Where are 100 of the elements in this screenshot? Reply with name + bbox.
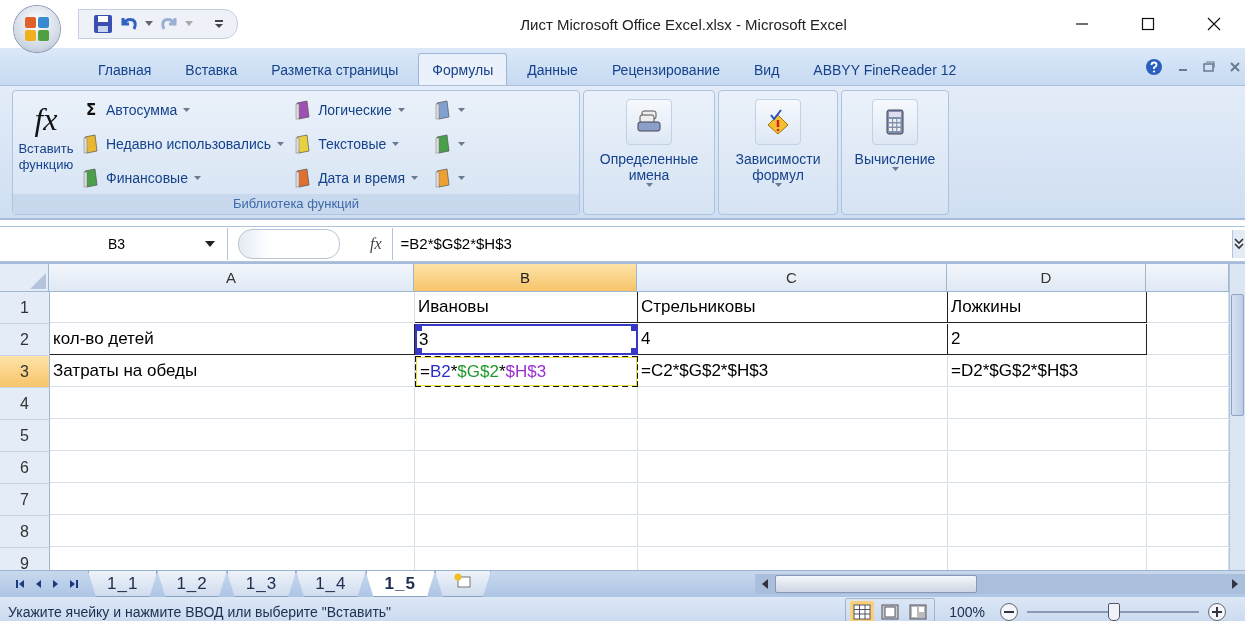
- ribbon-tab[interactable]: Вставка: [171, 53, 252, 85]
- last-sheet-icon[interactable]: [68, 578, 80, 590]
- sheet-tab[interactable]: 1_5: [365, 571, 435, 597]
- sheet-tab[interactable]: 1_1: [88, 571, 158, 597]
- table-cell: Ивановы: [415, 292, 638, 323]
- book-icon: [433, 168, 452, 188]
- column-header[interactable]: A: [49, 264, 414, 292]
- zoom-out-button[interactable]: [999, 602, 1019, 621]
- caret-icon: [397, 108, 405, 112]
- referenced-cell: 3: [415, 324, 638, 355]
- name-box[interactable]: B3: [0, 228, 228, 260]
- warning-check-icon: [765, 109, 791, 135]
- caret-icon: [277, 142, 285, 146]
- ribbon-tab[interactable]: Разметка страницы: [257, 53, 413, 85]
- zoom-in-button[interactable]: [1207, 602, 1227, 621]
- normal-view-button[interactable]: [850, 601, 875, 621]
- table-cell: кол-во детей: [50, 324, 415, 355]
- splitter-handle[interactable]: [238, 229, 340, 259]
- column-header[interactable]: [1146, 264, 1229, 292]
- caret-icon: [891, 167, 899, 171]
- ribbon-tab[interactable]: Главная: [84, 53, 166, 85]
- ribbon-button[interactable]: Определенные имена: [587, 99, 711, 187]
- book-icon: [82, 134, 100, 154]
- ribbon-tab[interactable]: ABBYY FineReader 12: [799, 53, 971, 85]
- expand-icon[interactable]: [1232, 230, 1245, 258]
- scroll-right-icon[interactable]: [1231, 578, 1239, 590]
- window-title: Лист Microsoft Office Excel.xlsx - Microsoft Excel: [519, 15, 848, 33]
- sheet-tab[interactable]: 1_2: [157, 571, 227, 597]
- restore-icon[interactable]: [1203, 60, 1215, 73]
- row-header[interactable]: 6: [0, 452, 50, 484]
- caret-icon: [410, 176, 418, 180]
- column-header[interactable]: D: [947, 264, 1146, 292]
- table-cell: =D2*$G$2*$H$3: [948, 356, 1147, 387]
- ribbon-tab[interactable]: Вид: [740, 53, 794, 85]
- close-icon[interactable]: [1229, 60, 1241, 73]
- formula-editor-cell[interactable]: =B2*$G$2*$H$3: [415, 356, 638, 387]
- column-header[interactable]: B: [414, 264, 637, 292]
- group-label: Библиотека функций: [13, 194, 579, 214]
- table-cell: Стрельниковы: [638, 292, 948, 323]
- row-header[interactable]: 1: [0, 292, 50, 324]
- ribbon-button[interactable]: Вычисление: [845, 99, 945, 171]
- book-icon: [433, 100, 452, 120]
- ribbon-tab[interactable]: Рецензирование: [597, 53, 734, 85]
- stack-icon: [636, 109, 662, 135]
- row-header[interactable]: 7: [0, 484, 50, 516]
- book-icon: [294, 168, 313, 188]
- function-category-button[interactable]: Финансовые: [79, 163, 288, 193]
- vertical-scrollbar[interactable]: [1229, 264, 1245, 570]
- caret-icon[interactable]: [205, 241, 215, 247]
- caret-icon: [457, 176, 465, 180]
- caret-icon: [392, 142, 400, 146]
- caret-icon: [457, 142, 465, 146]
- ribbon-button[interactable]: Зависимости формул: [722, 99, 834, 187]
- function-category-button[interactable]: Логические: [291, 95, 421, 125]
- caret-icon: [193, 176, 201, 180]
- save-icon[interactable]: [93, 14, 113, 34]
- row-header[interactable]: 3: [0, 356, 50, 388]
- function-category-button[interactable]: Σ Автосумма: [79, 95, 288, 125]
- row-header[interactable]: 9: [0, 548, 50, 570]
- function-category-button[interactable]: Текстовые: [291, 129, 421, 159]
- first-sheet-icon[interactable]: [14, 578, 26, 590]
- help-icon[interactable]: [1145, 57, 1163, 76]
- function-category-button[interactable]: Дата и время: [291, 163, 421, 193]
- scroll-left-icon[interactable]: [761, 578, 769, 590]
- caret-icon: [774, 183, 782, 187]
- scroll-thumb[interactable]: [775, 575, 977, 593]
- book-icon: [82, 168, 100, 188]
- zoom-level[interactable]: 100%: [949, 604, 985, 620]
- customize-icon[interactable]: [215, 19, 223, 29]
- scroll-thumb[interactable]: [1231, 294, 1244, 416]
- sheet-tab[interactable]: 1_3: [226, 571, 297, 597]
- caret-icon: [183, 108, 191, 112]
- table-cell: Ложкины: [948, 292, 1147, 323]
- book-icon: [433, 134, 452, 154]
- column-header[interactable]: C: [637, 264, 947, 292]
- sheet-tab[interactable]: 1_4: [296, 571, 366, 597]
- page-break-icon: [909, 604, 928, 620]
- page-icon: [881, 604, 900, 620]
- horizontal-scrollbar[interactable]: [755, 574, 1245, 594]
- row-header[interactable]: 5: [0, 420, 50, 452]
- row-header[interactable]: 2: [0, 324, 50, 356]
- new-sheet-button[interactable]: [434, 571, 491, 597]
- insert-function-button[interactable]: fx Вставить функцию: [17, 95, 75, 194]
- zoom-slider-thumb[interactable]: [1108, 603, 1120, 621]
- calculator-icon: [884, 109, 906, 135]
- ribbon-tab[interactable]: Данные: [513, 53, 592, 85]
- table-cell: 2: [948, 324, 1147, 355]
- table-cell: 4: [638, 324, 948, 355]
- row-header[interactable]: 8: [0, 516, 50, 548]
- function-category-button[interactable]: Недавно использовались: [79, 129, 288, 159]
- insert-function-button[interactable]: fx: [370, 235, 382, 253]
- book-icon: [294, 134, 313, 154]
- ribbon-tab[interactable]: Формулы: [418, 53, 508, 85]
- status-message: Укажите ячейку и нажмите ВВОД или выберите "Вставить": [8, 604, 393, 620]
- office-button[interactable]: [14, 6, 60, 52]
- caret-icon: [457, 108, 465, 112]
- table-cell: =C2*$G$2*$H$3: [638, 356, 948, 387]
- grid-icon: [853, 604, 872, 620]
- row-header[interactable]: 4: [0, 388, 50, 420]
- caret-icon: [645, 183, 653, 187]
